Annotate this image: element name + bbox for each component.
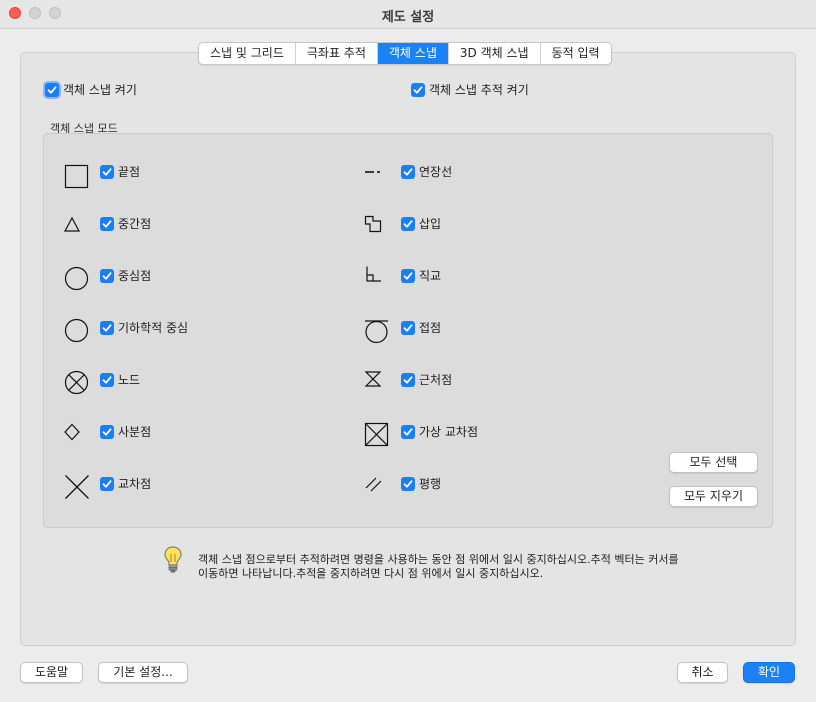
lightbulb-icon xyxy=(164,546,182,573)
hint-line-2: 이동하면 나타납니다.추적을 중지하려면 다시 점 위에서 일시 중지하십시오. xyxy=(198,567,544,580)
extension-icon xyxy=(365,171,380,173)
select-all-button[interactable]: 모두 선택 xyxy=(669,452,758,473)
checkmark-icon xyxy=(413,86,423,94)
geometric-center-icon xyxy=(64,318,89,343)
node-label: 노드 xyxy=(118,373,141,387)
osnap-tracking-checkbox[interactable] xyxy=(411,83,425,97)
quadrant-icon xyxy=(64,423,80,441)
quadrant-checkbox[interactable] xyxy=(100,425,114,439)
tab-snap-grid[interactable]: 스냅 및 그리드 xyxy=(199,43,296,64)
tab-bar: 스냅 및 그리드 극좌표 추적 객체 스냅 3D 객체 스냅 동적 입력 xyxy=(198,42,612,65)
perpendicular-checkbox[interactable] xyxy=(401,269,415,283)
endpoint-checkbox[interactable] xyxy=(100,165,114,179)
midpoint-icon xyxy=(63,216,81,232)
midpoint-checkbox[interactable] xyxy=(100,217,114,231)
center-checkbox[interactable] xyxy=(100,269,114,283)
checkmark-icon xyxy=(102,272,112,280)
apparent-intersection-checkbox[interactable] xyxy=(401,425,415,439)
intersection-checkbox[interactable] xyxy=(100,477,114,491)
perpendicular-icon xyxy=(366,266,381,282)
tab-polar-tracking[interactable]: 극좌표 추적 xyxy=(296,43,378,64)
checkmark-icon xyxy=(47,86,57,94)
osnap-tracking-hint: 객체 스냅 점으로부터 추적하려면 명령을 사용하는 동안 점 위에서 일시 중… xyxy=(198,553,679,581)
parallel-icon xyxy=(365,477,382,492)
tab-object-snap[interactable]: 객체 스냅 xyxy=(377,43,449,64)
tab-dynamic-input[interactable]: 동적 입력 xyxy=(541,43,611,64)
extension-label: 연장선 xyxy=(419,165,453,179)
tab-3d-object-snap[interactable]: 3D 객체 스냅 xyxy=(449,43,541,64)
geometric-center-checkbox[interactable] xyxy=(100,321,114,335)
osnap-on-checkbox[interactable] xyxy=(45,83,59,97)
checkmark-icon xyxy=(403,324,413,332)
apparent-intersection-label: 가상 교차점 xyxy=(419,425,479,439)
checkmark-icon xyxy=(102,480,112,488)
checkmark-icon xyxy=(403,480,413,488)
ok-button[interactable]: 확인 xyxy=(743,662,795,683)
checkmark-icon xyxy=(403,428,413,436)
extension-checkbox[interactable] xyxy=(401,165,415,179)
checkmark-icon xyxy=(102,376,112,384)
osnap-tracking-label: 객체 스냅 추적 켜기 xyxy=(429,83,529,97)
insertion-icon xyxy=(364,215,382,233)
parallel-label: 평행 xyxy=(419,477,442,491)
nearest-label: 근처점 xyxy=(419,373,453,387)
node-icon xyxy=(64,370,89,395)
perpendicular-label: 직교 xyxy=(419,269,442,283)
apparent-intersection-icon xyxy=(364,422,389,447)
nearest-checkbox[interactable] xyxy=(401,373,415,387)
insertion-label: 삽입 xyxy=(419,217,442,231)
tangent-checkbox[interactable] xyxy=(401,321,415,335)
checkmark-icon xyxy=(102,324,112,332)
endpoint-icon xyxy=(64,164,89,189)
nearest-icon xyxy=(364,371,382,387)
checkmark-icon xyxy=(403,272,413,280)
center-icon xyxy=(64,266,89,291)
parallel-checkbox[interactable] xyxy=(401,477,415,491)
help-button[interactable]: 도움말 xyxy=(20,662,83,683)
hint-line-1: 객체 스냅 점으로부터 추적하려면 명령을 사용하는 동안 점 위에서 일시 중… xyxy=(198,553,679,566)
title-bar: 제도 설정 xyxy=(0,0,816,29)
cancel-button[interactable]: 취소 xyxy=(677,662,728,683)
checkmark-icon xyxy=(403,168,413,176)
window-title: 제도 설정 xyxy=(381,10,435,25)
center-label: 중심점 xyxy=(118,269,152,283)
drafting-settings-window: 제도 설정 스냅 및 그리드 극좌표 추적 객체 스냅 3D 객체 스냅 동적 … xyxy=(0,0,816,702)
checkmark-icon xyxy=(403,220,413,228)
intersection-icon xyxy=(65,475,89,499)
osnap-on-label: 객체 스냅 켜기 xyxy=(63,83,137,97)
clear-all-button[interactable]: 모두 지우기 xyxy=(669,486,758,507)
endpoint-label: 끝점 xyxy=(118,165,141,179)
node-checkbox[interactable] xyxy=(100,373,114,387)
checkmark-icon xyxy=(403,376,413,384)
intersection-label: 교차점 xyxy=(118,477,152,491)
quadrant-label: 사분점 xyxy=(118,425,152,439)
tangent-label: 접점 xyxy=(419,321,442,335)
checkmark-icon xyxy=(102,220,112,228)
checkmark-icon xyxy=(102,168,112,176)
defaults-button[interactable]: 기본 설정... xyxy=(98,662,188,683)
tangent-icon xyxy=(365,320,388,344)
checkmark-icon xyxy=(102,428,112,436)
insertion-checkbox[interactable] xyxy=(401,217,415,231)
geometric-center-label: 기하학적 중심 xyxy=(118,321,189,335)
midpoint-label: 중간점 xyxy=(118,217,152,231)
